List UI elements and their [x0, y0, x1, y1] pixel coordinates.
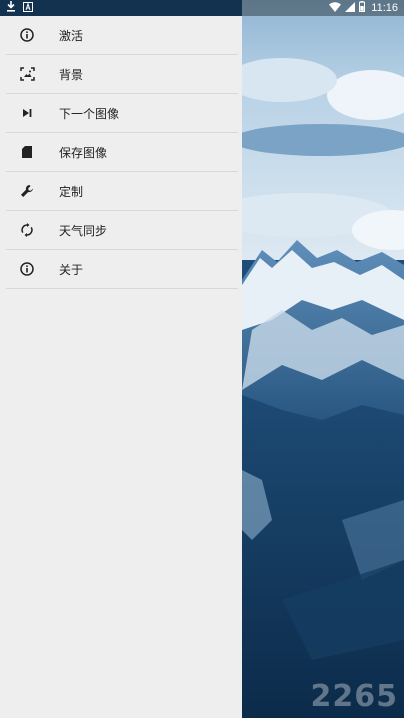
wrench-icon: [19, 183, 35, 199]
menu-item-customize[interactable]: 定制: [6, 172, 238, 211]
menu-item-label: 下一个图像: [59, 106, 120, 121]
wallpaper-icon: [19, 66, 35, 82]
sync-icon: [19, 222, 35, 238]
menu-item-background[interactable]: 背景: [6, 55, 238, 94]
menu-item-weather-sync[interactable]: 天气同步: [6, 211, 238, 250]
info-icon: [19, 261, 35, 277]
drawer-menu: 激活 背景 下一个图像 保存图像 定制 天气同步 关于: [0, 16, 242, 289]
menu-item-about[interactable]: 关于: [6, 250, 238, 289]
status-time: 11:16: [371, 2, 398, 14]
menu-item-label: 天气同步: [59, 223, 108, 238]
signal-icon: [345, 1, 356, 15]
menu-item-next-image[interactable]: 下一个图像: [6, 94, 238, 133]
menu-item-label: 保存图像: [59, 145, 108, 160]
sd-card-icon: [19, 144, 35, 160]
skip-next-icon: [19, 105, 35, 121]
menu-item-save-image[interactable]: 保存图像: [6, 133, 238, 172]
menu-item-label: 背景: [59, 67, 84, 82]
menu-item-activate[interactable]: 激活: [6, 16, 238, 55]
battery-icon: [359, 1, 366, 15]
status-bar: 11:16: [0, 0, 404, 16]
menu-item-label: 定制: [59, 184, 84, 199]
navigation-drawer: 激活 背景 下一个图像 保存图像 定制 天气同步 关于: [0, 16, 242, 718]
download-icon: [6, 1, 16, 15]
wifi-icon: [329, 1, 342, 15]
watermark: 2265: [310, 679, 398, 714]
wallpaper-preview: 2265: [242, 0, 404, 718]
menu-item-label: 激活: [59, 28, 84, 43]
menu-item-label: 关于: [59, 262, 84, 277]
a-badge-icon: [23, 1, 33, 15]
info-icon: [19, 27, 35, 43]
